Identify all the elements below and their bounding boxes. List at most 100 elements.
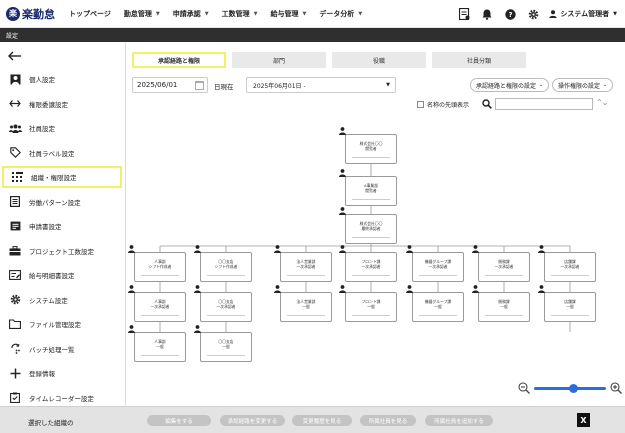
nav-payroll[interactable]: 給与管理 ▼ xyxy=(270,9,306,19)
gear-icon xyxy=(8,293,22,307)
sidebar-item-label: 社員ラベル設定 xyxy=(29,149,75,158)
org-node-label: 総務課 一般 xyxy=(498,299,510,309)
report-icon[interactable] xyxy=(456,6,472,22)
org-node[interactable]: 法人営業部 一般 xyxy=(280,292,332,322)
person-icon xyxy=(194,245,201,253)
person-icon xyxy=(339,207,346,215)
zoom-slider-handle[interactable] xyxy=(569,383,578,393)
org-node-divider xyxy=(207,315,245,316)
sidebar-item-6[interactable]: 申請書設定 xyxy=(2,215,122,237)
org-node[interactable]: フロント課 一次承認者 xyxy=(345,252,397,282)
org-node-divider xyxy=(352,237,390,238)
excel-export-icon[interactable]: X xyxy=(577,413,590,427)
org-chart: 株式会社〇〇 閲覧者 A事業部 閲覧者株式会社〇〇 最終承認者人事部 シフト作成者… xyxy=(126,42,625,406)
sidebar-item-10[interactable]: ファイル管理設定 xyxy=(2,313,122,335)
edit-button[interactable]: 編集をする xyxy=(147,415,211,426)
org-node[interactable]: 〇〇支店 一次承認者 xyxy=(200,292,252,322)
person-icon xyxy=(339,285,346,293)
sidebar-item-5[interactable]: 労働パターン設定 xyxy=(2,191,122,213)
help-icon[interactable]: ? xyxy=(502,6,518,22)
back-arrow-icon[interactable] xyxy=(8,51,22,63)
person-icon xyxy=(339,127,346,135)
org-node-label: 法人営業部 一次承認者 xyxy=(296,259,316,269)
org-node-label: 人事部 一般 xyxy=(154,339,166,349)
sidebar-item-11[interactable]: バッチ処理一覧 xyxy=(2,338,122,360)
nav-attendance[interactable]: 勤怠管理 ▼ xyxy=(124,9,160,19)
zoom-out-icon[interactable] xyxy=(518,382,530,394)
swap-arrows-icon xyxy=(8,97,22,111)
svg-text:?: ? xyxy=(508,11,512,19)
org-node[interactable]: 人事部 一般 xyxy=(134,332,186,362)
nav-analytics[interactable]: データ分析 ▼ xyxy=(319,9,362,19)
button-label: 所属社員を見る xyxy=(368,418,408,425)
nav-right: ? システム管理者 ▼ xyxy=(449,0,617,28)
org-node[interactable]: A事業部 閲覧者 xyxy=(345,176,397,206)
person-icon xyxy=(128,245,135,253)
nav-approval[interactable]: 申請承認 ▼ xyxy=(173,9,209,19)
org-node[interactable]: 〇〇支店 一般 xyxy=(200,332,252,362)
app-logo[interactable]: 楽 楽勤怠 xyxy=(6,6,55,22)
org-node[interactable]: 総務課 一次承認者 xyxy=(478,252,530,282)
briefcase-icon xyxy=(8,244,22,258)
person-icon xyxy=(538,245,545,253)
sidebar-item-9[interactable]: システム設定 xyxy=(2,289,122,311)
person-icon xyxy=(538,285,545,293)
org-node-divider xyxy=(551,275,589,276)
org-node[interactable]: 人事部 一次承認者 xyxy=(134,292,186,322)
org-node[interactable]: 人事部 シフト作成者 xyxy=(134,252,186,282)
org-node-label: 〇〇支店 一次承認者 xyxy=(216,299,236,309)
zoom-slider[interactable] xyxy=(534,383,606,393)
sidebar-item-7[interactable]: プロジェクト工数設定 xyxy=(2,240,122,262)
org-node[interactable]: 〇〇支店 シフト作成者 xyxy=(200,252,252,282)
org-node-label: 株式会社〇〇 最終承認者 xyxy=(359,221,383,231)
org-node[interactable]: 機器グループ課 一般 xyxy=(412,292,464,322)
history-button[interactable]: 変更履歴を見る xyxy=(292,415,352,426)
gear-icon[interactable] xyxy=(525,6,541,22)
button-label: 編集をする xyxy=(165,418,193,425)
org-node-divider xyxy=(419,275,457,276)
nav-label: 工数管理 xyxy=(221,9,250,18)
sidebar-item-12[interactable]: 登録情報 xyxy=(2,362,122,384)
sidebar-item-1[interactable]: 権限委譲設定 xyxy=(2,93,122,115)
logo-mark: 楽 xyxy=(6,6,20,21)
grid-dots-icon xyxy=(10,170,24,184)
org-node-label: 人事部 一次承認者 xyxy=(150,299,170,309)
org-node-label: 店舗課 一次承認者 xyxy=(560,259,580,269)
caret-down-icon: ▼ xyxy=(204,10,209,17)
user-menu[interactable]: システム管理者 ▼ xyxy=(549,9,617,19)
org-node-divider xyxy=(419,315,457,316)
org-node[interactable]: 株式会社〇〇 閲覧者 xyxy=(345,134,397,164)
org-node[interactable]: 機器グループ課 一次承認者 xyxy=(412,252,464,282)
change-route-button[interactable]: 承認経路を変更する xyxy=(220,415,285,426)
nav-top-page[interactable]: トップページ xyxy=(69,9,111,19)
org-node-label: 法人営業部 一般 xyxy=(296,299,316,309)
org-node[interactable]: 株式会社〇〇 最終承認者 xyxy=(345,214,397,244)
org-node[interactable]: 店舗課 一般 xyxy=(544,292,596,322)
clipboard-icon xyxy=(8,391,22,405)
sidebar-item-3[interactable]: 社員ラベル設定 xyxy=(2,142,122,164)
org-node-divider xyxy=(352,275,390,276)
add-members-button[interactable]: 所属社員を追加する xyxy=(425,415,493,426)
bell-icon[interactable] xyxy=(479,6,495,22)
org-node[interactable]: 法人営業部 一次承認者 xyxy=(280,252,332,282)
org-node[interactable]: 店舗課 一次承認者 xyxy=(544,252,596,282)
sidebar-item-4[interactable]: 組織・権限設定 xyxy=(2,166,122,188)
zoom-in-icon[interactable] xyxy=(610,382,622,394)
org-node[interactable]: 総務課 一般 xyxy=(478,292,530,322)
plus-icon xyxy=(8,366,22,380)
sidebar: 個人設定権限委譲設定 社員設定社員ラベル設定組織・権限設定 労働パターン設定 申請書設… xyxy=(0,42,126,406)
view-members-button[interactable]: 所属社員を見る xyxy=(360,415,416,426)
org-node[interactable]: フロント課 一般 xyxy=(345,292,397,322)
top-navigation: 楽 楽勤怠 トップページ 勤怠管理 ▼ 申請承認 ▼ 工数管理 ▼ 給与管理 ▼ データ… xyxy=(0,0,625,28)
org-node-divider xyxy=(551,315,589,316)
sidebar-item-2[interactable]: 社員設定 xyxy=(2,117,122,139)
person-icon xyxy=(194,325,201,333)
page-header-bar: 設定 xyxy=(0,28,625,42)
sidebar-item-0[interactable]: 個人設定 xyxy=(2,68,122,90)
caret-down-icon: ▼ xyxy=(302,10,307,17)
nav-label: トップページ xyxy=(69,9,111,18)
nav-manhours[interactable]: 工数管理 ▼ xyxy=(222,9,258,19)
person-icon xyxy=(339,245,346,253)
sidebar-item-8[interactable]: 給与明細書設定 xyxy=(2,264,122,286)
org-node-label: 人事部 シフト作成者 xyxy=(148,259,172,269)
